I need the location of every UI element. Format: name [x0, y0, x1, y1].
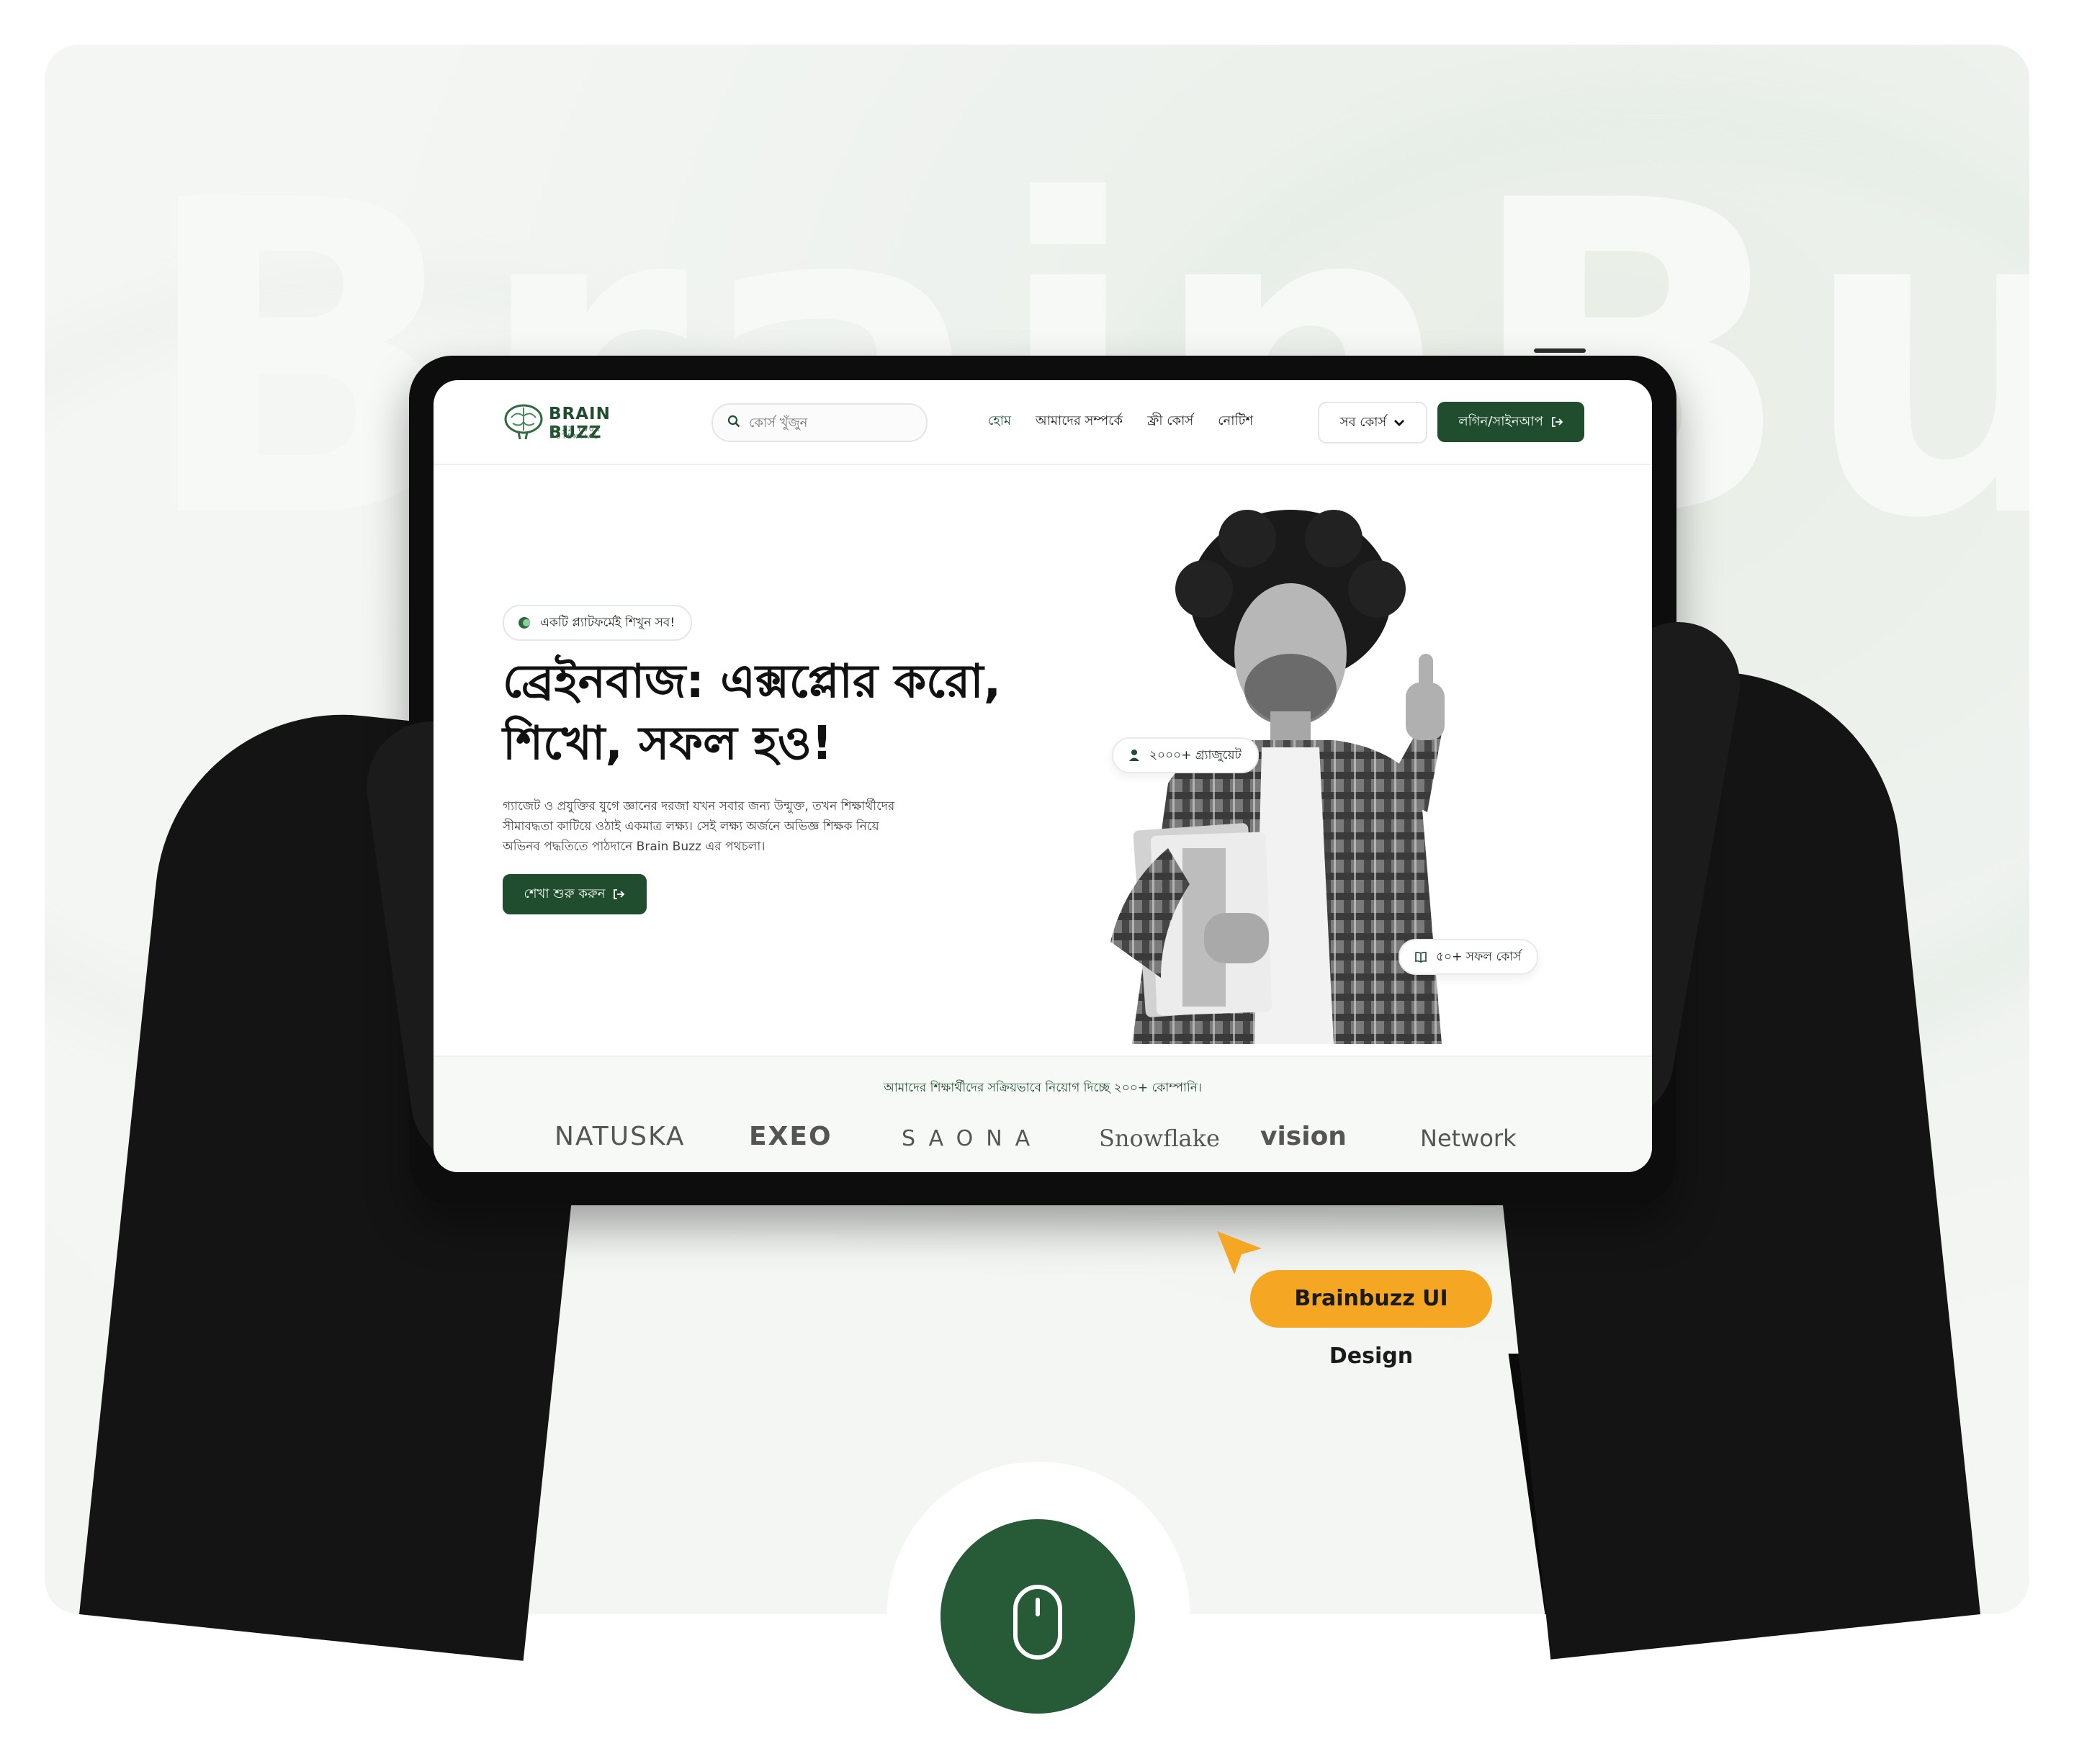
top-navbar: BRAIN BUZZ BUZZ YOUR POTENTIAL হোম আমাদে…: [434, 380, 1652, 465]
toggle-dot-icon: [518, 617, 530, 629]
chevron-down-icon: [1394, 420, 1405, 426]
courses-count: ৫০+ সফল কোর্স: [1436, 950, 1522, 964]
start-learning-label: শেখা শুরু করুন: [524, 886, 606, 901]
main-menu: হোম আমাদের সম্পর্কে ফ্রী কোর্স নোটিশ: [988, 410, 1253, 433]
hero-description: গ্যাজেট ও প্রযুক্তির যুগে জ্ঞানের দরজা য…: [503, 799, 895, 854]
all-courses-label: সব কোর্স: [1339, 414, 1387, 430]
partner-logo-network: Network: [1420, 1125, 1517, 1152]
partner-logo-natuska: NATUSKA: [555, 1122, 686, 1151]
all-courses-dropdown[interactable]: সব কোর্স: [1318, 402, 1427, 444]
partner-logo-vision: vision: [1260, 1122, 1347, 1151]
menu-item-about[interactable]: আমাদের সম্পর্কে: [1036, 410, 1123, 433]
partner-logo-saona: SAONA: [902, 1126, 1043, 1151]
partners-title: আমাদের শিক্ষার্থীদের সক্রিয়ভাবে নিয়োগ …: [883, 1081, 1203, 1095]
logout-icon: [1551, 417, 1563, 427]
brand-logo[interactable]: BRAIN BUZZ BUZZ YOUR POTENTIAL: [503, 399, 647, 446]
brain-logo-icon: [504, 404, 543, 440]
hero-headline: ব্রেইনবাজ: এক্সপ্লোর করো, শিখো, সফল হও!: [503, 651, 1093, 775]
search-icon: [727, 415, 740, 428]
hero-tag-pill: একটি প্ল্যাটফর্মেই শিখুন সব!: [503, 605, 693, 641]
courses-badge: ৫০+ সফল কোর্স: [1399, 939, 1539, 975]
book-icon: [1415, 951, 1427, 963]
graduate-icon: [1129, 750, 1139, 761]
menu-item-notice[interactable]: নোটিশ: [1218, 410, 1253, 433]
partner-logo-exeo: EXEO: [749, 1122, 832, 1151]
login-label: লগিন/সাইনআপ: [1458, 413, 1543, 429]
partner-logo-snowflake: Snowflake: [1099, 1125, 1220, 1152]
graduates-count: ২০০০+ গ্র্যাজুয়েট: [1149, 748, 1242, 762]
logout-icon: [614, 889, 625, 899]
logo-tagline: BUZZ YOUR POTENTIAL: [550, 426, 601, 441]
graduates-badge: ২০০০+ গ্র্যাজুয়েট: [1112, 737, 1259, 773]
tablet-camera: [1534, 348, 1586, 353]
partner-logos: NATUSKA EXEO SAONA Snowflake vision Netw…: [434, 1115, 1652, 1158]
start-learning-button[interactable]: শেখা শুরু করুন: [503, 874, 647, 914]
mouse-icon: [1013, 1585, 1062, 1660]
partners-section: আমাদের শিক্ষার্থীদের সক্রিয়ভাবে নিয়োগ …: [434, 1056, 1652, 1172]
design-annotation-label: Brainbuzz UI Design: [1250, 1270, 1492, 1369]
search-box[interactable]: [711, 403, 928, 442]
cursor-icon: [1217, 1231, 1262, 1274]
hero-tag-text: একটি প্ল্যাটফর্মেই শিখুন সব!: [540, 616, 675, 630]
hero-headline-line1: ব্রেইনবাজ: এক্সপ্লোর করো,: [503, 655, 1002, 708]
hero-headline-line2: শিখো, সফল হও!: [503, 717, 833, 770]
login-signup-button[interactable]: লগিন/সাইনআপ: [1437, 402, 1584, 442]
search-input[interactable]: [748, 410, 916, 435]
tablet-screen: BRAIN BUZZ BUZZ YOUR POTENTIAL হোম আমাদে…: [434, 380, 1652, 1172]
menu-item-home[interactable]: হোম: [988, 410, 1011, 433]
menu-item-free-courses[interactable]: ফ্রী কোর্স: [1147, 410, 1193, 433]
